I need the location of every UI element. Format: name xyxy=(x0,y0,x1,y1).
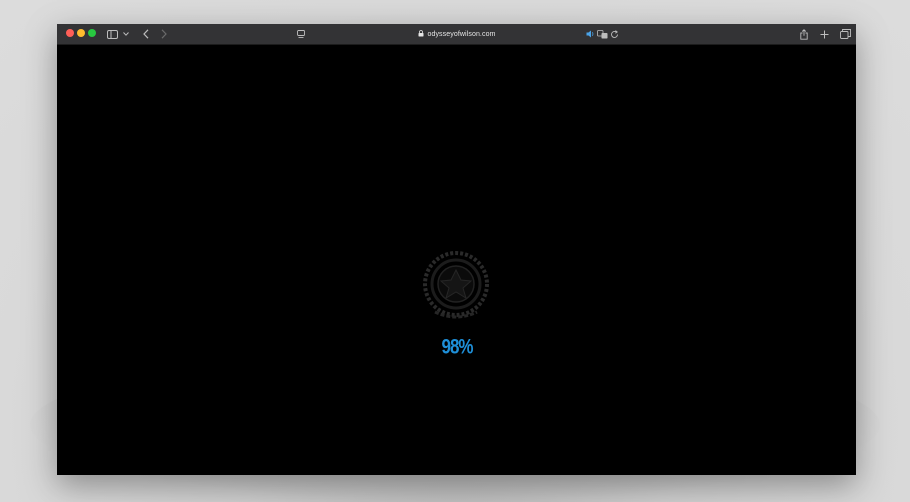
page-content: 98% xyxy=(57,45,856,475)
browser-window: odysseyofwilson.com 98% xyxy=(57,24,856,475)
emblem-icon xyxy=(421,250,491,322)
share-icon[interactable] xyxy=(799,26,809,42)
minimize-window-button[interactable] xyxy=(77,29,85,37)
url-text: odysseyofwilson.com xyxy=(427,30,496,38)
loading-percentage: 98% xyxy=(441,334,473,359)
maximize-window-button[interactable] xyxy=(88,29,96,37)
reader-icon[interactable] xyxy=(296,26,306,42)
translate-icon[interactable] xyxy=(596,26,608,42)
reload-icon[interactable] xyxy=(609,26,619,42)
browser-toolbar: odysseyofwilson.com xyxy=(57,24,856,45)
close-window-button[interactable] xyxy=(66,29,74,37)
chevron-down-icon[interactable] xyxy=(122,26,130,42)
plus-icon[interactable] xyxy=(819,26,829,42)
tab-overview-icon[interactable] xyxy=(839,26,851,42)
lock-icon xyxy=(418,29,424,39)
address-bar[interactable]: odysseyofwilson.com xyxy=(409,27,505,41)
speaker-icon[interactable] xyxy=(585,26,595,42)
sidebar-icon[interactable] xyxy=(106,26,118,42)
back-button[interactable] xyxy=(141,26,151,42)
forward-button[interactable] xyxy=(159,26,169,42)
